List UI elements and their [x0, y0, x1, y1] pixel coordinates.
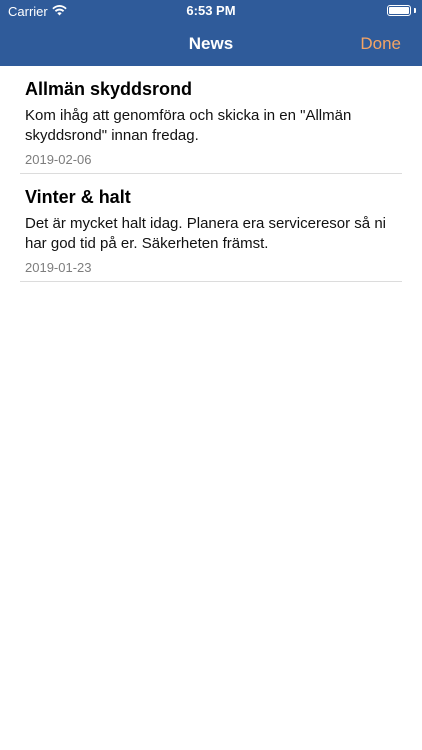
battery-icon	[387, 5, 411, 16]
page-title: News	[188, 34, 234, 53]
status-bar: Carrier 6:53 PM	[0, 0, 422, 22]
battery-level	[389, 7, 409, 14]
top-bar: Carrier 6:53 PM News Done	[0, 0, 422, 66]
news-date: 2019-01-23	[25, 260, 92, 275]
status-time: 6:53 PM	[186, 3, 236, 18]
news-title: Allmän skyddsrond	[25, 79, 193, 99]
battery-tip	[414, 8, 416, 13]
done-button[interactable]: Done	[360, 34, 401, 54]
news-item[interactable]: Allmän skyddsrond Kom ihåg att genomföra…	[20, 66, 402, 174]
news-item[interactable]: Vinter & halt Det är mycket halt idag. P…	[20, 174, 402, 282]
news-list: Allmän skyddsrond Kom ihåg att genomföra…	[0, 66, 422, 282]
news-body: Kom ihåg att genomföra och skicka in en …	[25, 107, 352, 144]
navigation-bar: News Done	[0, 22, 422, 66]
news-title: Vinter & halt	[25, 187, 131, 207]
news-date: 2019-02-06	[25, 152, 92, 167]
news-body: Det är mycket halt idag. Planera era ser…	[25, 215, 386, 252]
